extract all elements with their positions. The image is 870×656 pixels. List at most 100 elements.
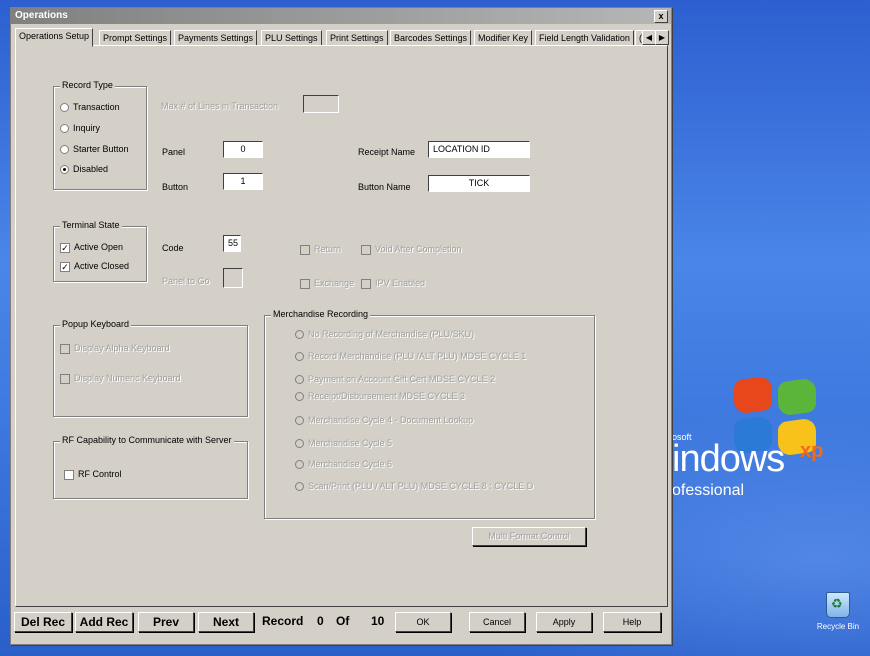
record-value: 0 — [317, 614, 324, 628]
panel-field[interactable]: 0 — [223, 141, 263, 158]
rf-control-checkbox[interactable]: RF Control — [64, 468, 122, 480]
popup-keyboard-group: Popup Keyboard Display Alpha Keyboard Di… — [53, 319, 248, 417]
code-field[interactable]: 55 — [223, 235, 241, 252]
record-type-transaction[interactable]: Transaction — [60, 101, 120, 113]
radio-label: Payment on Account Gift Cert MDSE CYCLE … — [308, 374, 496, 384]
checkbox-icon — [60, 343, 70, 354]
close-button[interactable]: x — [654, 10, 668, 23]
radio-icon — [295, 330, 304, 340]
xp-text: xp — [800, 440, 824, 462]
tab-payments-settings[interactable]: Payments Settings — [174, 30, 258, 46]
apply-button[interactable]: Apply — [536, 612, 592, 632]
button-name-label: Button Name — [358, 182, 411, 192]
record-type-group: Record Type Transaction Inquiry Starter … — [53, 80, 147, 190]
next-button[interactable]: Next — [198, 612, 254, 632]
checkbox-icon — [300, 278, 310, 289]
panel-label: Panel — [162, 147, 186, 157]
radio-label: Merchandise Cycle 6 — [308, 459, 393, 469]
checkbox-icon[interactable] — [64, 469, 74, 480]
merch-option-2: Record Merchandise (PLU /ALT PLU) MDSE C… — [295, 350, 526, 362]
radio-label: Merchandise Cycle 5 — [308, 438, 393, 448]
receipt-name-field[interactable]: LOCATION ID — [428, 141, 530, 158]
radio-icon[interactable] — [60, 145, 69, 155]
checkbox-icon — [300, 244, 310, 255]
radio-label: Record Merchandise (PLU /ALT PLU) MDSE C… — [308, 351, 527, 361]
tab-scroll-right-icon[interactable]: ▶ — [655, 30, 669, 45]
record-type-disabled[interactable]: Disabled — [60, 163, 108, 175]
checkbox-label: Exchange — [314, 278, 355, 288]
tab-scroll-left-icon[interactable]: ◀ — [642, 30, 656, 45]
radio-icon — [295, 482, 304, 492]
display-numeric-keyboard: Display Numeric Keyboard — [60, 372, 181, 384]
radio-label: Transaction — [73, 102, 120, 112]
merch-option-6: Merchandise Cycle 5 — [295, 437, 392, 449]
exchange-checkbox: Exchange — [300, 277, 354, 289]
radio-icon — [295, 460, 304, 470]
tab-barcodes-settings[interactable]: Barcodes Settings — [390, 30, 472, 46]
checkbox-checked-icon[interactable]: ✓ — [60, 261, 70, 272]
merchandise-recording-group: Merchandise Recording No Recording of Me… — [264, 309, 595, 519]
rf-capability-title: RF Capability to Communicate with Server — [60, 435, 234, 445]
button-field[interactable]: 1 — [223, 173, 263, 190]
radio-icon[interactable] — [60, 124, 69, 134]
prev-button[interactable]: Prev — [138, 612, 194, 632]
checkbox-label: Void After Completion — [375, 244, 462, 254]
panel-to-go-label: Panel to Go — [162, 276, 210, 286]
record-type-starter-button[interactable]: Starter Button — [60, 143, 129, 155]
tab-print-settings[interactable]: Print Settings — [326, 30, 388, 46]
terminal-active-open[interactable]: ✓ Active Open — [60, 241, 123, 253]
merch-option-8: Scan/Print (PLU / ALT PLU) MDSE CYCLE 8 … — [295, 480, 533, 492]
return-checkbox: Return — [300, 243, 341, 255]
record-type-inquiry[interactable]: Inquiry — [60, 122, 100, 134]
radio-icon[interactable] — [60, 103, 69, 113]
windows-xp-logo: osoft indows xp ofessional — [672, 374, 862, 514]
ok-button[interactable]: OK — [395, 612, 451, 632]
recycle-bin-label: Recycle Bin — [816, 622, 860, 631]
terminal-active-closed[interactable]: ✓ Active Closed — [60, 260, 129, 272]
radio-icon — [295, 352, 304, 362]
terminal-state-title: Terminal State — [60, 220, 122, 230]
display-alpha-keyboard: Display Alpha Keyboard — [60, 342, 170, 354]
button-label: Button — [162, 182, 189, 192]
windows-text: indows — [672, 438, 785, 480]
tab-operations-setup[interactable]: Operations Setup — [15, 28, 94, 47]
tab-field-length-validation[interactable]: Field Length Validation — [535, 30, 634, 46]
record-label: Record — [262, 614, 304, 628]
radio-label: Receipt/Disbursement MDSE CYCLE 3 — [308, 391, 466, 401]
tab-modifier-key[interactable]: Modifier Key — [474, 30, 533, 46]
max-lines-label: Max # of Lines in Transaction — [161, 101, 279, 111]
radio-label: Scan/Print (PLU / ALT PLU) MDSE CYCLE 8 … — [308, 481, 534, 491]
merch-option-7: Merchandise Cycle 6 — [295, 458, 392, 470]
merch-option-4: Receipt/Disbursement MDSE CYCLE 3 — [295, 390, 465, 402]
radio-label: Starter Button — [73, 144, 129, 154]
checkbox-label: Display Alpha Keyboard — [74, 343, 170, 353]
tab-plu-settings[interactable]: PLU Settings — [261, 30, 322, 46]
radio-icon — [295, 375, 304, 385]
radio-selected-icon[interactable] — [60, 165, 69, 175]
merchandise-recording-title: Merchandise Recording — [271, 309, 371, 319]
cancel-button[interactable]: Cancel — [469, 612, 525, 632]
tab-prompt-settings[interactable]: Prompt Settings — [99, 30, 172, 46]
checkbox-label: Active Open — [74, 242, 124, 252]
checkbox-icon — [361, 244, 371, 255]
radio-label: Merchandise Cycle 4 - Document Lookup — [308, 415, 474, 425]
recycle-bin[interactable]: Recycle Bin — [808, 592, 868, 631]
operations-window: Operations x Operations Setup Prompt Set… — [10, 7, 672, 645]
rf-capability-group: RF Capability to Communicate with Server… — [53, 435, 248, 499]
professional-text: ofessional — [672, 482, 745, 499]
of-label: Of — [336, 614, 350, 628]
checkbox-label: RF Control — [78, 469, 122, 479]
merch-option-3: Payment on Account Gift Cert MDSE CYCLE … — [295, 373, 495, 385]
code-label: Code — [162, 243, 184, 253]
tab-strip: Operations Setup Prompt Settings Payment… — [15, 28, 669, 47]
help-button[interactable]: Help — [603, 612, 661, 632]
recycle-bin-icon[interactable] — [826, 592, 850, 618]
terminal-state-group: Terminal State ✓ Active Open ✓ Active Clos… — [53, 220, 147, 282]
add-rec-button[interactable]: Add Rec — [75, 612, 133, 632]
del-rec-button[interactable]: Del Rec — [14, 612, 72, 632]
radio-label: Disabled — [73, 164, 109, 174]
window-title: Operations — [15, 10, 68, 21]
checkbox-checked-icon[interactable]: ✓ — [60, 242, 70, 253]
button-name-field[interactable]: TICK — [428, 175, 530, 192]
merch-option-5: Merchandise Cycle 4 - Document Lookup — [295, 414, 473, 426]
